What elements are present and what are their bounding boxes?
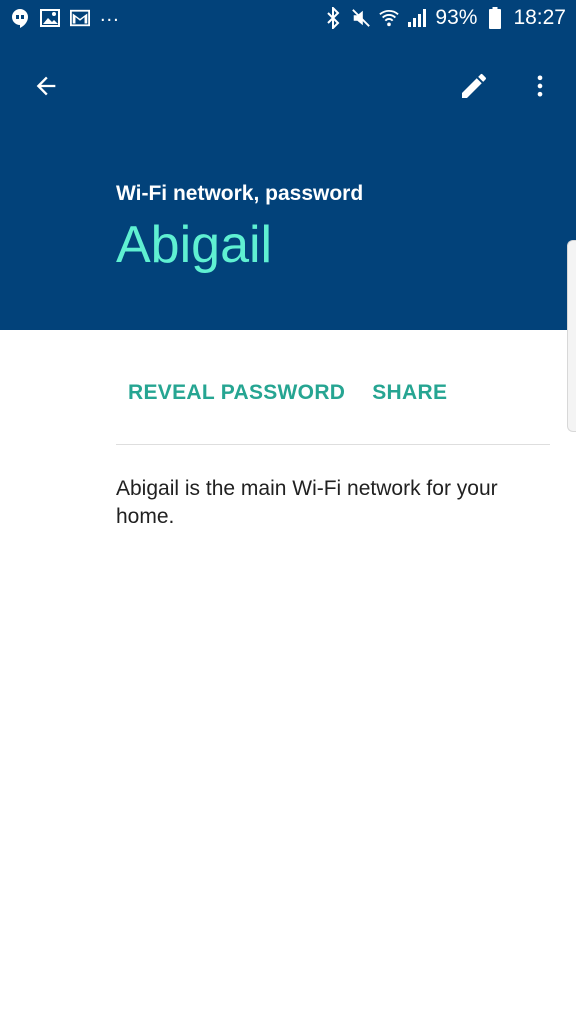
status-bar-system: 93% 18:27: [323, 6, 566, 30]
app-header: Wi-Fi network, password Abigail: [0, 40, 576, 330]
network-subtitle: Wi-Fi network, password: [116, 182, 364, 205]
network-name-title: Abigail: [116, 216, 273, 274]
edit-button[interactable]: [450, 62, 498, 110]
action-row: REVEAL PASSWORD SHARE: [128, 381, 447, 405]
divider: [116, 444, 550, 445]
clock: 18:27: [513, 6, 566, 29]
network-description: Abigail is the main Wi-Fi network for yo…: [116, 477, 498, 528]
back-button[interactable]: [22, 62, 70, 110]
status-bar: ... 93% 18:27: [0, 0, 576, 40]
share-button[interactable]: SHARE: [372, 381, 447, 405]
bluetooth-icon: [323, 7, 343, 29]
gmail-icon: [70, 8, 90, 28]
hangouts-icon: [10, 8, 30, 28]
status-bar-notifications: ...: [10, 4, 120, 28]
image-icon: [40, 8, 60, 28]
more-options-button[interactable]: [516, 62, 564, 110]
reveal-password-button[interactable]: REVEAL PASSWORD: [128, 381, 345, 405]
more-notifications-indicator: ...: [100, 3, 120, 26]
arrow-back-icon: [36, 76, 56, 96]
mute-icon: [351, 8, 371, 28]
edge-panel-handle[interactable]: [567, 240, 576, 432]
signal-icon: [407, 8, 427, 28]
more-vert-icon: [537, 75, 543, 97]
pencil-icon: [462, 73, 487, 98]
wifi-icon: [379, 8, 400, 28]
battery-percent: 93%: [435, 6, 478, 29]
battery-icon: [485, 7, 505, 29]
